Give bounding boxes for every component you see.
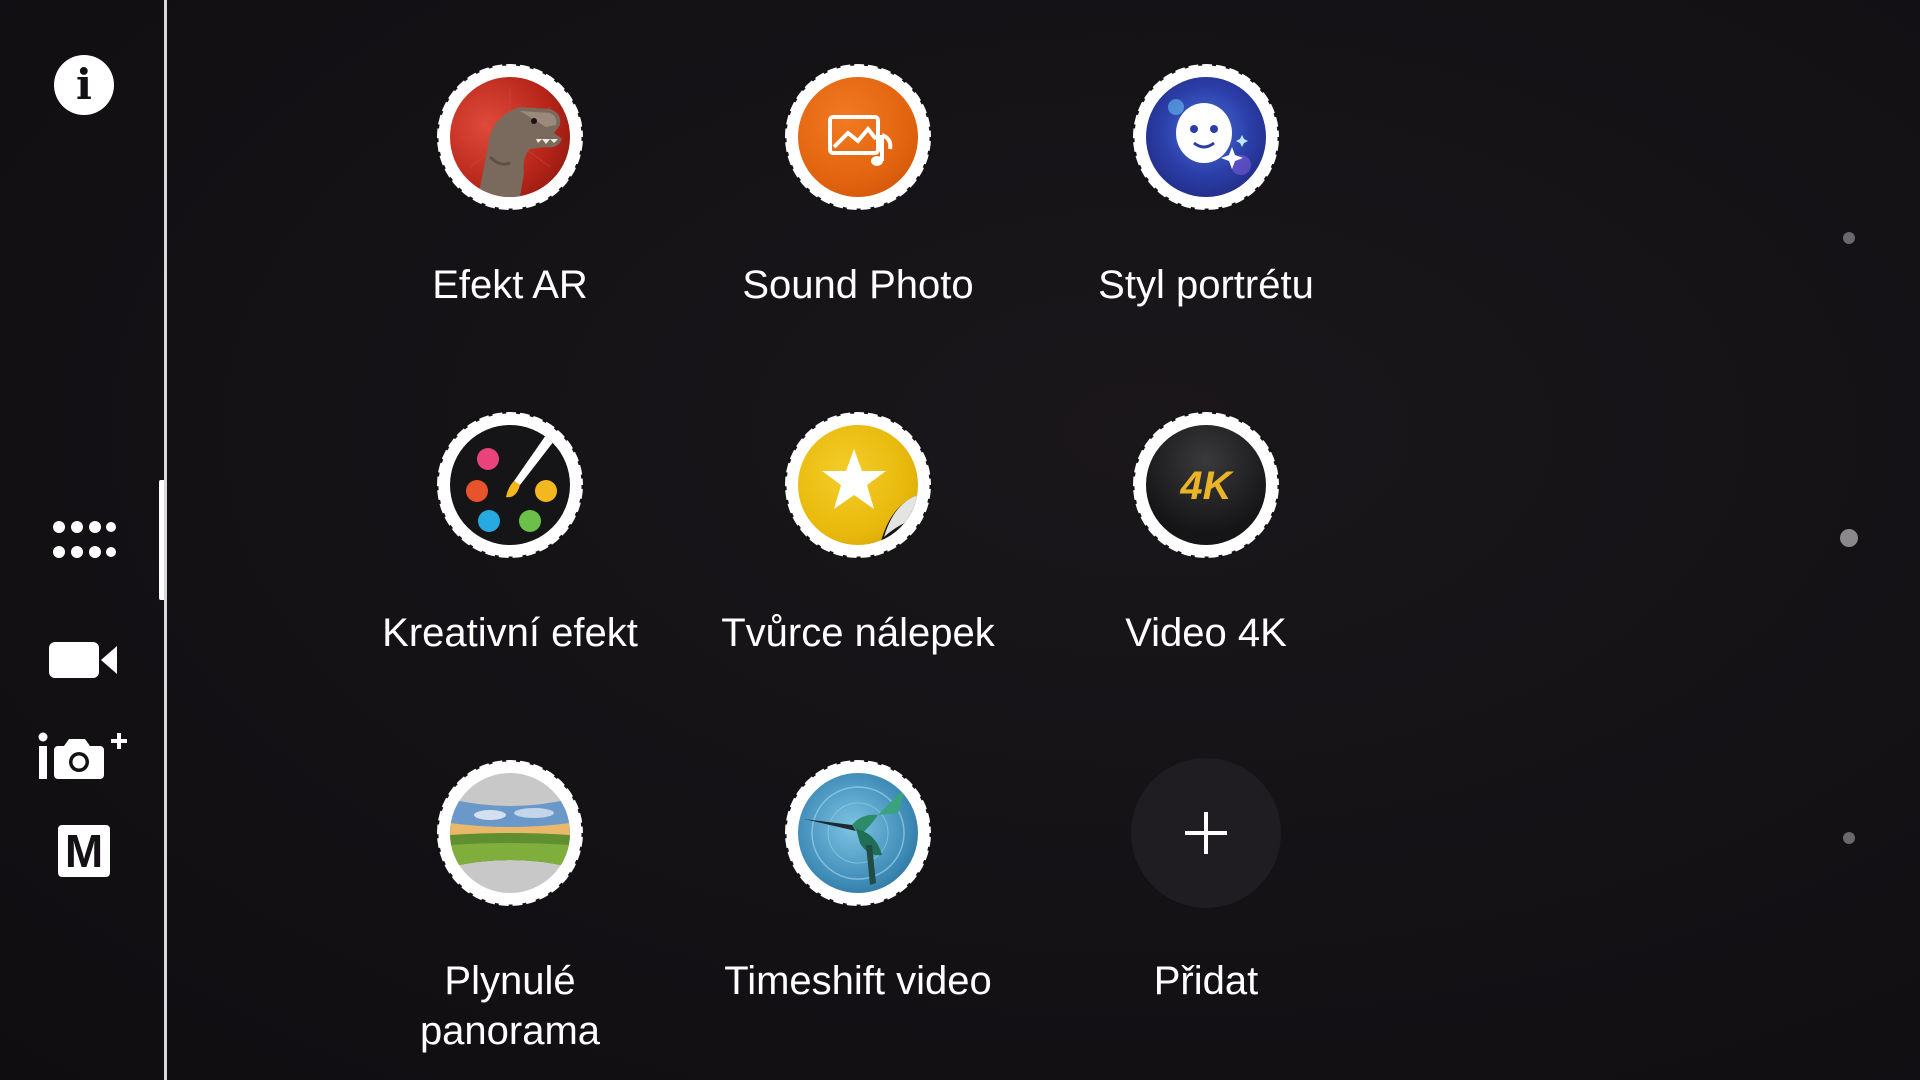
info-label: i: [76, 60, 92, 109]
add-plus-icon: [1131, 758, 1281, 908]
info-button[interactable]: i: [30, 40, 138, 130]
rail-divider: [164, 0, 167, 1080]
camera-apps-button[interactable]: [30, 495, 138, 585]
mode-label: Efekt AR: [432, 263, 588, 307]
page-dot: [1843, 832, 1855, 844]
sticker-creator-icon: [783, 410, 933, 560]
timeshift-video-hummingbird-icon: [783, 758, 933, 908]
apps-grid-icon: [53, 521, 116, 558]
mode-sound-photo[interactable]: Sound Photo: [698, 62, 1018, 310]
creative-effect-palette-icon: [435, 410, 585, 560]
mode-creative-effect[interactable]: Kreativní efekt: [350, 410, 670, 658]
mode-timeshift-video[interactable]: Timeshift video: [698, 758, 1018, 1006]
mode-ar-effect[interactable]: Efekt AR: [350, 62, 670, 310]
manual-mode-label: M: [64, 825, 104, 877]
intelligent-auto-camera-icon: [38, 732, 127, 779]
mode-portrait-style[interactable]: Styl portrétu: [1046, 62, 1366, 310]
page-dot-active: [1840, 529, 1858, 547]
video-4k-icon: 4K: [1131, 410, 1281, 560]
mode-sticker-creator[interactable]: Tvůrce nálepek: [698, 410, 1018, 658]
video-4k-badge-text: 4K: [1179, 464, 1234, 508]
page-dot: [1843, 232, 1855, 244]
superior-auto-button[interactable]: [30, 712, 138, 802]
mode-label: Video 4K: [1125, 611, 1287, 655]
mode-label: Kreativní efekt: [382, 611, 638, 655]
mode-label: Plynulé panorama: [419, 959, 601, 1053]
mode-label: Sound Photo: [742, 263, 974, 307]
manual-mode-button[interactable]: M: [30, 806, 138, 896]
info-icon: i: [54, 55, 114, 115]
mode-sweep-panorama[interactable]: Plynulé panorama: [350, 758, 670, 1056]
camera-side-rail: i M: [0, 0, 167, 1080]
camera-mode-selector: i M Efekt AR Sound Photo Styl portrétu K…: [0, 0, 1920, 1080]
sweep-panorama-icon: [435, 758, 585, 908]
portrait-style-icon: [1131, 62, 1281, 212]
manual-mode-icon: M: [58, 825, 110, 877]
sound-photo-icon: [783, 62, 933, 212]
mode-add[interactable]: Přidat: [1046, 758, 1366, 1006]
video-camera-icon: [49, 642, 117, 678]
mode-label: Styl portrétu: [1098, 263, 1314, 307]
mode-label: Timeshift video: [724, 959, 992, 1003]
mode-video-4k[interactable]: 4K Video 4K: [1046, 410, 1366, 658]
ar-effect-dinosaur-icon: [435, 62, 585, 212]
mode-label: Přidat: [1153, 959, 1259, 1003]
mode-label: Tvůrce nálepek: [721, 611, 995, 655]
video-mode-button[interactable]: [30, 615, 138, 705]
